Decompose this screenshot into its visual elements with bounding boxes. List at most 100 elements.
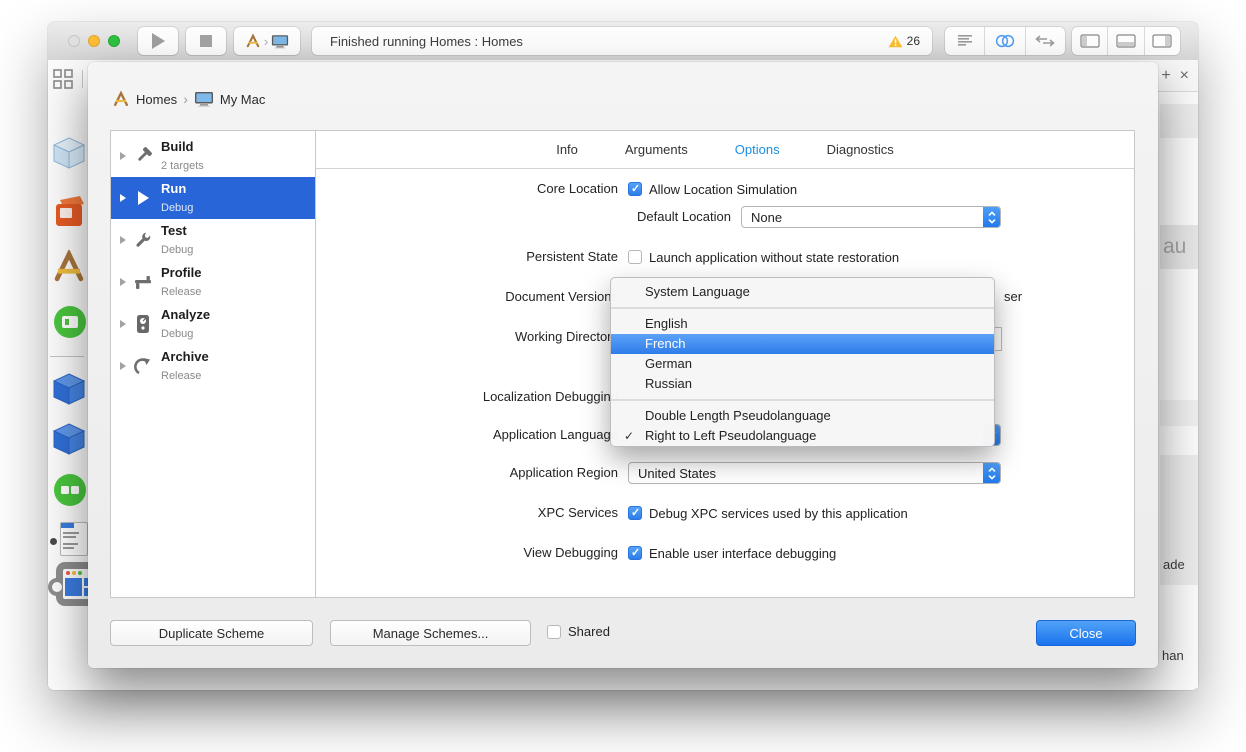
debug-xpc-checkbox[interactable] bbox=[628, 506, 642, 520]
navigator-toggle-button[interactable] bbox=[1072, 27, 1108, 55]
close-tab-button[interactable]: × bbox=[1180, 67, 1189, 85]
shared-checkbox[interactable] bbox=[547, 625, 561, 639]
debug-area-toggle-button[interactable] bbox=[1108, 27, 1144, 55]
grid-view-icon[interactable] bbox=[52, 68, 74, 95]
add-tab-button[interactable]: + bbox=[1161, 67, 1170, 85]
disclosure-triangle-icon[interactable] bbox=[120, 236, 126, 244]
build-hammer-icon bbox=[131, 145, 155, 167]
traffic-close-button[interactable] bbox=[68, 35, 80, 47]
shared-row: Shared bbox=[547, 624, 610, 639]
archive-arrow-icon bbox=[131, 355, 155, 377]
duplicate-scheme-button[interactable]: Duplicate Scheme bbox=[110, 620, 313, 646]
background-tab-bar: + × bbox=[1154, 60, 1198, 92]
background-right-strip: + × au ade han bbox=[1154, 60, 1198, 688]
scheme-action-sidebar: Build 2 targets Run Debug bbox=[111, 131, 316, 597]
menu-item-french[interactable]: French bbox=[611, 334, 994, 354]
screenshot-stage: › Finished running Homes : Homes 26 bbox=[0, 0, 1246, 752]
persistent-state-label: Persistent State bbox=[316, 249, 618, 265]
editor-mode-buttons bbox=[945, 27, 1065, 55]
menu-item-right-to-left[interactable]: ✓ Right to Left Pseudolanguage bbox=[611, 426, 994, 446]
sidebar-item-title: Run bbox=[161, 181, 186, 196]
truncated-text: au bbox=[1160, 235, 1186, 258]
xpc-services-row: Debug XPC services used by this applicat… bbox=[628, 505, 908, 521]
disclosure-triangle-icon[interactable] bbox=[120, 320, 126, 328]
sidebar-item-run[interactable]: Run Debug bbox=[111, 177, 315, 219]
warning-triangle-icon bbox=[888, 35, 903, 48]
menu-item-system-language[interactable]: System Language bbox=[611, 282, 994, 302]
allow-location-simulation-checkbox[interactable] bbox=[628, 182, 642, 196]
menu-item-german[interactable]: German bbox=[611, 354, 994, 374]
menu-separator bbox=[611, 307, 994, 309]
document-versions-label: Document Versions bbox=[316, 289, 618, 305]
traffic-zoom-button[interactable] bbox=[108, 35, 120, 47]
blue-cube-icon bbox=[52, 422, 86, 461]
checkbox-label: Debug XPC services used by this applicat… bbox=[649, 506, 908, 521]
test-wrench-icon bbox=[131, 229, 155, 251]
application-region-popup[interactable]: United States bbox=[628, 462, 1001, 484]
mac-destination-icon bbox=[271, 34, 289, 49]
checkbox-label: Launch application without state restora… bbox=[649, 250, 899, 265]
stop-button[interactable] bbox=[186, 27, 226, 55]
enable-ui-debugging-checkbox[interactable] bbox=[628, 546, 642, 560]
green-circle-icon bbox=[52, 472, 88, 513]
activity-status-bar: Finished running Homes : Homes 26 bbox=[312, 27, 932, 55]
analyze-meter-icon bbox=[131, 313, 155, 335]
version-editor-icon bbox=[1034, 34, 1056, 48]
manage-schemes-button[interactable]: Manage Schemes... bbox=[330, 620, 531, 646]
standard-editor-icon bbox=[955, 34, 975, 48]
scheme-tabs: Info Arguments Options Diagnostics bbox=[316, 131, 1134, 169]
tab-info[interactable]: Info bbox=[556, 142, 578, 157]
run-button[interactable] bbox=[138, 27, 178, 55]
disclosure-triangle-icon[interactable] bbox=[120, 194, 126, 202]
tab-options[interactable]: Options bbox=[735, 142, 780, 157]
blue-cube-icon bbox=[52, 372, 86, 411]
destination-name[interactable]: My Mac bbox=[220, 92, 266, 107]
scheme-name[interactable]: Homes bbox=[136, 92, 177, 107]
application-language-label: Application Language bbox=[316, 427, 618, 443]
close-button[interactable]: Close bbox=[1036, 620, 1136, 646]
stop-icon bbox=[200, 35, 212, 47]
assistant-editor-button[interactable] bbox=[985, 27, 1025, 55]
sidebar-item-analyze[interactable]: Analyze Debug bbox=[111, 303, 315, 345]
sidebar-item-archive[interactable]: Archive Release bbox=[111, 345, 315, 387]
menu-item-english[interactable]: English bbox=[611, 314, 994, 334]
view-debugging-label: View Debugging bbox=[316, 545, 618, 561]
tab-arguments[interactable]: Arguments bbox=[625, 142, 688, 157]
version-editor-button[interactable] bbox=[1026, 27, 1065, 55]
sidebar-item-title: Archive bbox=[161, 349, 209, 364]
traffic-minimize-button[interactable] bbox=[88, 35, 100, 47]
background-fragment bbox=[1160, 400, 1198, 426]
menu-item-double-length[interactable]: Double Length Pseudolanguage bbox=[611, 406, 994, 426]
bullet-dot bbox=[50, 538, 57, 545]
sidebar-item-subtitle: Debug bbox=[161, 202, 193, 214]
checkbox-label: Enable user interface debugging bbox=[649, 546, 836, 561]
checkmark-icon: ✓ bbox=[624, 426, 634, 446]
sidebar-item-title: Test bbox=[161, 223, 187, 238]
disclosure-triangle-icon[interactable] bbox=[120, 152, 126, 160]
tab-diagnostics[interactable]: Diagnostics bbox=[827, 142, 894, 157]
disclosure-triangle-icon[interactable] bbox=[120, 362, 126, 370]
sidebar-item-profile[interactable]: Profile Release bbox=[111, 261, 315, 303]
background-left-strip bbox=[48, 60, 88, 690]
menu-item-russian[interactable]: Russian bbox=[611, 374, 994, 394]
scheme-selector[interactable]: › bbox=[234, 27, 300, 55]
shared-label: Shared bbox=[568, 624, 610, 639]
assistant-editor-icon bbox=[994, 33, 1016, 49]
sidebar-item-subtitle: 2 targets bbox=[161, 160, 204, 172]
sidebar-item-subtitle: Debug bbox=[161, 328, 193, 340]
default-location-popup[interactable]: None bbox=[741, 206, 1001, 228]
state-restoration-checkbox[interactable] bbox=[628, 250, 642, 264]
sidebar-item-test[interactable]: Test Debug bbox=[111, 219, 315, 261]
sidebar-item-build[interactable]: Build 2 targets bbox=[111, 135, 315, 177]
background-fragment bbox=[1160, 104, 1198, 138]
background-fragment: au bbox=[1160, 225, 1198, 269]
sidebar-item-subtitle: Debug bbox=[161, 244, 193, 256]
inspector-toggle-button[interactable] bbox=[1145, 27, 1180, 55]
framework-cube-icon bbox=[52, 136, 86, 175]
warning-issues-badge[interactable]: 26 bbox=[888, 34, 932, 48]
standard-editor-button[interactable] bbox=[945, 27, 985, 55]
working-directory-label: Working Directory bbox=[316, 329, 618, 345]
run-play-icon bbox=[131, 187, 155, 209]
localization-debugging-label: Localization Debugging bbox=[316, 389, 618, 405]
disclosure-triangle-icon[interactable] bbox=[120, 278, 126, 286]
